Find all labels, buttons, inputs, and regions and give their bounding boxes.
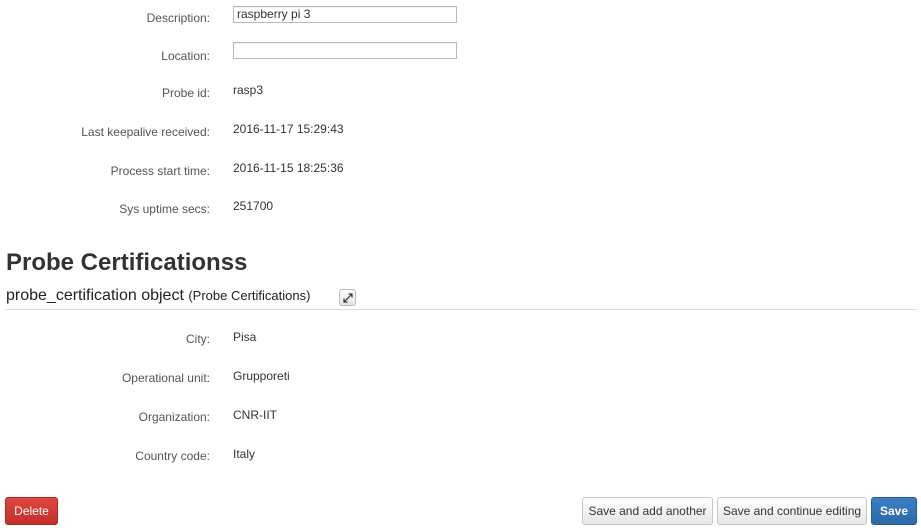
last-keepalive-row: Last keepalive received: 2016-11-17 15:2…: [0, 122, 921, 142]
probe-id-value: rasp3: [233, 83, 264, 97]
sys-uptime-value: 251700: [233, 199, 274, 213]
probe-id-row: Probe id: rasp3: [0, 83, 921, 103]
certification-object-title: probe_certification object: [6, 287, 184, 304]
description-row: Description:: [0, 6, 921, 28]
city-row: City: Pisa: [0, 329, 921, 349]
certification-object-header: probe_certification object (Probe Certif…: [6, 287, 310, 305]
expand-arrows-icon: [342, 292, 353, 303]
expand-button[interactable]: [339, 289, 356, 306]
save-button[interactable]: Save: [871, 497, 917, 525]
country-code-value: Italy: [233, 447, 256, 461]
location-label: Location:: [161, 49, 210, 63]
certification-object-type: (Probe Certifications): [188, 288, 311, 303]
operational-unit-row: Operational unit: Grupporeti: [0, 368, 921, 388]
save-continue-editing-button[interactable]: Save and continue editing: [717, 497, 867, 525]
city-value: Pisa: [233, 330, 257, 344]
sys-uptime-row: Sys uptime secs: 251700: [0, 199, 921, 219]
process-start-label: Process start time:: [110, 164, 210, 178]
process-start-value: 2016-11-15 18:25:36: [233, 161, 344, 175]
organization-value: CNR-IIT: [233, 408, 277, 422]
city-label: City:: [186, 332, 210, 346]
section-divider: [5, 309, 917, 310]
organization-row: Organization: CNR-IIT: [0, 407, 921, 427]
probe-id-label: Probe id:: [161, 86, 210, 100]
operational-unit-value: Grupporeti: [233, 369, 290, 383]
country-code-label: Country code:: [135, 449, 210, 463]
certifications-section-title: Probe Certificationss: [6, 249, 248, 276]
process-start-row: Process start time: 2016-11-15 18:25:36: [0, 161, 921, 181]
location-input[interactable]: [233, 42, 457, 59]
organization-label: Organization:: [138, 410, 210, 424]
description-input[interactable]: [233, 6, 457, 23]
save-add-another-button[interactable]: Save and add another: [582, 497, 713, 525]
delete-button[interactable]: Delete: [5, 497, 58, 525]
sys-uptime-label: Sys uptime secs:: [119, 202, 210, 216]
last-keepalive-label: Last keepalive received:: [81, 125, 210, 139]
operational-unit-label: Operational unit:: [121, 371, 210, 385]
country-code-row: Country code: Italy: [0, 446, 921, 466]
location-row: Location:: [0, 42, 921, 66]
last-keepalive-value: 2016-11-17 15:29:43: [233, 122, 344, 136]
description-label: Description:: [146, 11, 210, 25]
